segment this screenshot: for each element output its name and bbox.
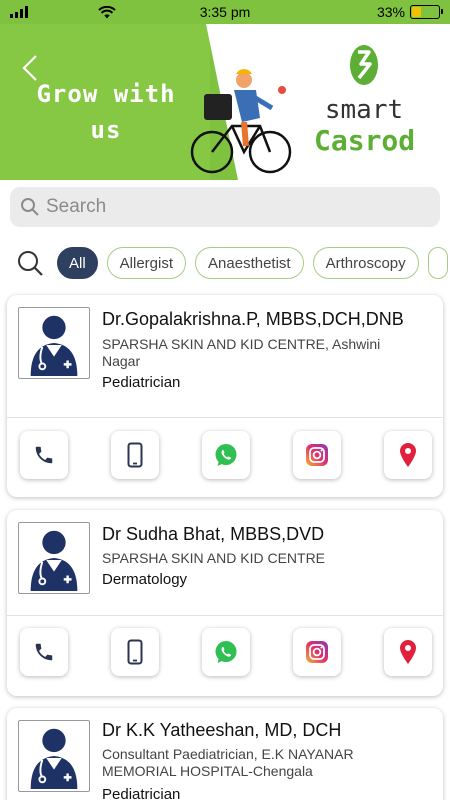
whatsapp-button[interactable] [202,431,250,479]
whatsapp-icon [215,641,237,663]
location-button[interactable] [384,431,432,479]
mobile-button[interactable] [111,431,159,479]
contact-actions [20,431,432,479]
filter-chip-arthroscopy[interactable]: Arthroscopy [312,247,419,279]
doctor-avatar-icon [18,522,90,594]
doctor-name: Dr Sudha Bhat, MBBS,DVD [102,524,325,544]
battery-level [412,7,421,17]
doctor-card[interactable]: Dr.Gopalakrishna.P, MBBS,DCH,DNB SPARSHA… [7,295,443,497]
brand-line-casrod: Casrod [314,124,416,157]
doctor-specialty: Pediatrician [102,786,181,800]
doctor-avatar-icon [18,720,90,792]
doctor-organization: SPARSHA SKIN AND KID CENTRE [102,550,326,566]
doctor-specialty: Pediatrician [102,374,181,391]
call-button[interactable] [20,628,68,676]
instagram-button[interactable] [293,431,341,479]
search-input[interactable] [46,196,426,218]
mobile-button[interactable] [111,628,159,676]
search-icon [21,198,39,216]
promo-banner[interactable]: Grow with us smart Casrod [0,24,450,180]
specialty-filter-bar: All Allergist Anaesthetist Arthroscopy [16,245,450,281]
location-pin-icon [400,443,416,467]
doctor-card[interactable]: Dr K.K Yatheeshan, MD, DCH Consultant Pa… [7,708,443,800]
brand-line-smart: smart [324,95,404,125]
card-divider [7,417,443,418]
phone-icon [35,446,53,464]
battery-icon [410,5,443,19]
banner-title: Grow with us [36,80,176,144]
contact-actions [20,628,432,676]
filter-chip-all[interactable]: All [57,247,98,279]
whatsapp-icon [215,444,237,466]
brand-name: smart Casrod [314,95,416,158]
status-time: 3:35 pm [199,4,251,20]
doctor-avatar-icon [18,307,90,379]
location-pin-icon [400,640,416,664]
card-divider [7,615,443,616]
filter-search-icon[interactable] [16,249,44,277]
instagram-icon [306,641,328,663]
doctor-organization: SPARSHA SKIN AND KID CENTRE, Ashwini Nag… [102,336,381,369]
doctor-specialty: Dermatology [102,571,188,588]
doctor-name: Dr.Gopalakrishna.P, MBBS,DCH,DNB [102,309,404,329]
whatsapp-button[interactable] [202,628,250,676]
filter-chip-allergist[interactable]: Allergist [106,247,187,279]
filter-chip-partial[interactable] [427,247,448,279]
instagram-button[interactable] [293,628,341,676]
instagram-icon [306,444,328,466]
mobile-icon [127,639,143,665]
location-button[interactable] [384,628,432,676]
doctor-organization: Consultant Paediatrician, E.K NAYANAR ME… [102,746,354,779]
doctor-name: Dr K.K Yatheeshan, MD, DCH [102,720,342,740]
doctor-card[interactable]: Dr Sudha Bhat, MBBS,DVD SPARSHA SKIN AND… [7,510,443,696]
phone-icon [35,643,53,661]
delivery-cyclist-icon [190,69,292,174]
status-bar: 3:35 pm 33% [0,0,450,24]
smart-casrod-logo [350,45,378,85]
filter-chip-anaesthetist[interactable]: Anaesthetist [195,247,304,279]
search-bar[interactable] [10,187,440,227]
call-button[interactable] [20,431,68,479]
mobile-icon [127,442,143,468]
